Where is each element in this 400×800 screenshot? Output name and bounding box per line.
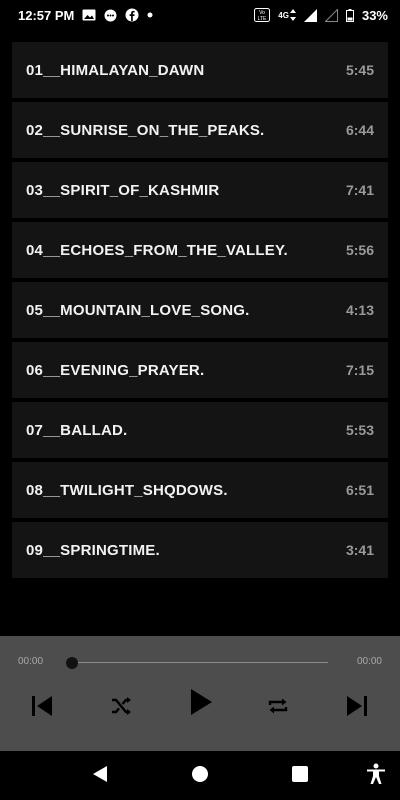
home-button[interactable] bbox=[187, 763, 213, 789]
facebook-icon bbox=[125, 8, 139, 22]
track-title: 02__SUNRISE_ON_THE_PEAKS. bbox=[26, 121, 265, 139]
repeat-icon bbox=[266, 694, 290, 723]
track-item[interactable]: 05__MOUNTAIN_LOVE_SONG. 4:13 bbox=[12, 282, 388, 338]
skip-previous-icon bbox=[29, 693, 55, 724]
seek-thumb[interactable] bbox=[66, 657, 78, 669]
accessibility-icon bbox=[366, 763, 386, 790]
status-bar: 12:57 PM Vo LTE 4G 33% bbox=[0, 0, 400, 30]
battery-icon bbox=[345, 8, 354, 22]
track-item[interactable]: 04__ECHOES_FROM_THE_VALLEY. 5:56 bbox=[12, 222, 388, 278]
track-duration: 7:41 bbox=[345, 182, 374, 198]
signal-empty-icon bbox=[324, 8, 338, 22]
track-duration: 6:44 bbox=[345, 122, 374, 138]
track-item[interactable]: 03__SPIRIT_OF_KASHMIR 7:41 bbox=[12, 162, 388, 218]
track-title: 01__HIMALAYAN_DAWN bbox=[26, 61, 205, 79]
player-panel: 00:00 00:00 bbox=[0, 636, 400, 751]
skip-previous-button[interactable] bbox=[24, 690, 60, 726]
navigation-bar bbox=[0, 751, 400, 800]
play-button[interactable] bbox=[182, 686, 218, 722]
status-right: Vo LTE 4G 33% bbox=[254, 8, 388, 23]
track-title: 09__SPRINGTIME. bbox=[26, 541, 160, 559]
track-title: 08__TWILIGHT_SHQDOWS. bbox=[26, 481, 228, 499]
track-title: 04__ECHOES_FROM_THE_VALLEY. bbox=[26, 241, 288, 259]
skip-next-button[interactable] bbox=[339, 690, 375, 726]
data-arrows-icon: 4G bbox=[278, 9, 296, 21]
home-icon bbox=[191, 765, 209, 788]
track-item[interactable]: 08__TWILIGHT_SHQDOWS. 6:51 bbox=[12, 462, 388, 518]
back-button[interactable] bbox=[87, 763, 113, 789]
track-title: 06__EVENING_PRAYER. bbox=[26, 361, 205, 379]
track-duration: 5:56 bbox=[345, 242, 374, 258]
status-time: 12:57 PM bbox=[18, 7, 75, 23]
shuffle-icon bbox=[109, 694, 133, 723]
seek-bar[interactable] bbox=[72, 662, 328, 663]
track-duration: 4:13 bbox=[345, 302, 374, 318]
track-duration: 5:45 bbox=[345, 62, 374, 78]
message-icon bbox=[104, 9, 117, 22]
track-title: 05__MOUNTAIN_LOVE_SONG. bbox=[26, 301, 250, 319]
track-title: 07__BALLAD. bbox=[26, 421, 128, 439]
track-list: 01__HIMALAYAN_DAWN 5:45 02__SUNRISE_ON_T… bbox=[12, 42, 388, 582]
track-item[interactable]: 01__HIMALAYAN_DAWN 5:45 bbox=[12, 42, 388, 98]
network-label: 4G bbox=[278, 10, 289, 20]
volte-icon: Vo LTE bbox=[254, 8, 271, 22]
track-item[interactable]: 02__SUNRISE_ON_THE_PEAKS. 6:44 bbox=[12, 102, 388, 158]
track-item[interactable]: 07__BALLAD. 5:53 bbox=[12, 402, 388, 458]
play-icon bbox=[186, 687, 214, 722]
track-title: 03__SPIRIT_OF_KASHMIR bbox=[26, 181, 220, 199]
skip-next-icon bbox=[344, 693, 370, 724]
repeat-button[interactable] bbox=[260, 690, 296, 726]
status-left: 12:57 PM bbox=[18, 8, 153, 23]
track-duration: 5:53 bbox=[345, 422, 374, 438]
shuffle-button[interactable] bbox=[103, 690, 139, 726]
recents-icon bbox=[291, 765, 309, 788]
track-duration: 3:41 bbox=[345, 542, 374, 558]
track-duration: 7:15 bbox=[345, 362, 374, 378]
svg-text:LTE: LTE bbox=[258, 16, 267, 22]
back-icon bbox=[91, 765, 109, 788]
battery-percent: 33% bbox=[361, 7, 388, 23]
track-duration: 6:51 bbox=[345, 482, 374, 498]
elapsed-time: 00:00 bbox=[18, 656, 44, 667]
signal-icon bbox=[303, 8, 317, 22]
recents-button[interactable] bbox=[287, 763, 313, 789]
track-item[interactable]: 09__SPRINGTIME. 3:41 bbox=[12, 522, 388, 578]
accessibility-button[interactable] bbox=[363, 763, 389, 789]
total-time: 00:00 bbox=[356, 656, 382, 667]
dot-icon bbox=[147, 12, 153, 18]
image-icon bbox=[82, 9, 96, 21]
track-item[interactable]: 06__EVENING_PRAYER. 7:15 bbox=[12, 342, 388, 398]
